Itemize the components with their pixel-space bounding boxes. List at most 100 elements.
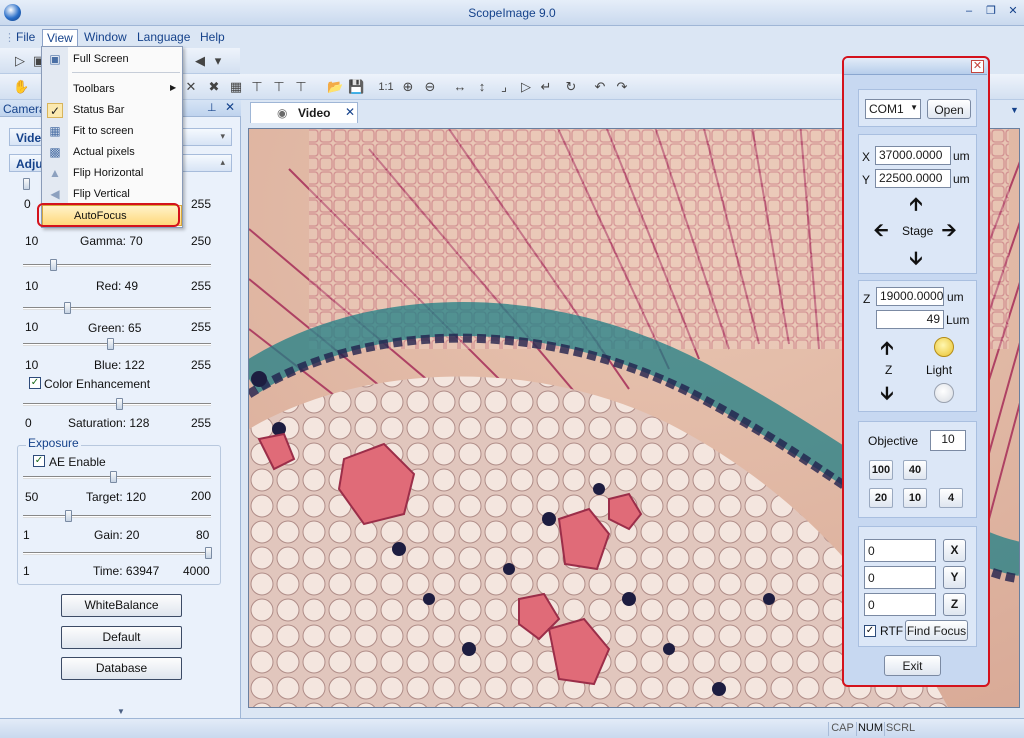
menu-file[interactable]: File xyxy=(12,29,39,46)
red-slider-thumb[interactable] xyxy=(64,302,71,314)
play-icon[interactable]: ▷ xyxy=(12,53,28,69)
objective-value-field[interactable]: 10 xyxy=(930,430,966,451)
rtf-checkbox[interactable]: ✓ xyxy=(864,625,876,637)
stage-up-arrow-icon[interactable]: 🡩 xyxy=(906,194,926,214)
gamma-slider-thumb[interactable] xyxy=(50,259,57,271)
red-slider[interactable] xyxy=(23,307,211,310)
open-button[interactable]: Open xyxy=(927,99,971,119)
default-button[interactable]: Default xyxy=(61,626,182,649)
blue-min: 10 xyxy=(25,358,39,372)
collapse-chevron-icon: ▴ xyxy=(220,157,225,167)
z-offset-field[interactable]: 0 xyxy=(864,593,936,616)
panel-close-icon[interactable]: ✕ xyxy=(225,100,235,114)
flip-vertical-icon: ◀ xyxy=(50,187,60,201)
return-icon[interactable]: ↵ xyxy=(538,79,554,95)
tab-list-icon[interactable]: ▼ xyxy=(1010,105,1019,115)
z-position-field[interactable]: 19000.0000 xyxy=(876,287,944,306)
color-enhancement-checkbox[interactable]: ✓ xyxy=(29,377,41,389)
refresh-icon[interactable]: ↻ xyxy=(563,79,579,95)
gain-slider-thumb[interactable] xyxy=(65,510,72,522)
gain-slider[interactable] xyxy=(23,515,211,518)
stage-down-arrow-icon[interactable]: 🡫 xyxy=(906,248,926,268)
ruler-icon[interactable]: ⊤ xyxy=(249,79,265,95)
minimize-icon[interactable]: – xyxy=(961,4,977,18)
brightness-slider-thumb[interactable] xyxy=(23,178,30,190)
scroll-down-icon[interactable]: ▼ xyxy=(117,707,125,716)
database-button[interactable]: Database xyxy=(61,657,182,680)
open-folder-icon[interactable]: 📂 xyxy=(327,79,343,95)
port-select[interactable]: COM1 ▼ xyxy=(865,99,921,119)
menu-separator xyxy=(72,72,180,73)
redo-icon[interactable]: ↷ xyxy=(614,79,630,95)
light-off-icon[interactable] xyxy=(934,383,954,403)
y-offset-field[interactable]: 0 xyxy=(864,566,936,589)
close-icon[interactable]: ✕ xyxy=(1005,4,1021,18)
delete-all-icon[interactable]: ✖ xyxy=(206,79,222,95)
x-position-field[interactable]: 37000.0000 xyxy=(875,146,951,165)
maximize-icon[interactable]: ❐ xyxy=(983,4,999,18)
menu-item-flip-vertical[interactable]: ◀ Flip Vertical xyxy=(42,184,182,205)
y-button[interactable]: Y xyxy=(943,566,966,589)
crop-icon[interactable]: ⌟ xyxy=(496,79,512,95)
zoom-out-icon[interactable]: ⊖ xyxy=(422,79,438,95)
delete-icon[interactable]: ✕ xyxy=(183,79,199,95)
ruler2-icon[interactable]: ⊤ xyxy=(271,79,287,95)
menu-item-full-screen[interactable]: ▣ Full Screen xyxy=(42,49,182,70)
menu-item-flip-horizontal[interactable]: ▲ Flip Horizontal xyxy=(42,163,182,184)
white-balance-button[interactable]: WhiteBalance xyxy=(61,594,182,617)
z-button[interactable]: Z xyxy=(943,593,966,616)
target-slider-thumb[interactable] xyxy=(110,471,117,483)
flip-vertical-icon[interactable]: ↕ xyxy=(474,79,490,95)
menu-item-actual-pixels[interactable]: ▩ Actual pixels xyxy=(42,142,182,163)
objective-20-button[interactable]: 20 xyxy=(869,488,893,508)
menu-item-status-bar[interactable]: ✓ Status Bar xyxy=(42,100,182,121)
status-bar: CAP NUM SCRL xyxy=(0,718,1024,738)
x-offset-field[interactable]: 0 xyxy=(864,539,936,562)
red-max: 255 xyxy=(191,279,212,293)
dropdown-chevron-icon[interactable]: ▾ xyxy=(210,53,226,69)
stage-close-icon[interactable]: ✕ xyxy=(971,60,984,73)
zoom-in-icon[interactable]: ⊕ xyxy=(400,79,416,95)
menu-item-toolbars[interactable]: Toolbars ▶ xyxy=(42,79,182,100)
ae-enable-checkbox[interactable]: ✓ xyxy=(33,455,45,467)
camera-tab-icon: ◉ xyxy=(277,106,288,120)
objective-10-button[interactable]: 10 xyxy=(903,488,927,508)
lum-field[interactable]: 49 xyxy=(876,310,944,329)
exit-button[interactable]: Exit xyxy=(884,655,941,676)
green-slider[interactable] xyxy=(23,343,211,346)
light-on-icon[interactable] xyxy=(934,337,954,357)
green-slider-thumb[interactable] xyxy=(107,338,114,350)
menu-item-fit-to-screen[interactable]: ▦ Fit to screen xyxy=(42,121,182,142)
back-icon[interactable]: ◀ xyxy=(192,53,208,69)
tab-video[interactable]: ◉ Video ✕ xyxy=(250,102,358,123)
menu-language[interactable]: Language xyxy=(133,29,194,46)
find-focus-button[interactable]: Find Focus xyxy=(905,620,968,641)
hand-icon[interactable]: ✋ xyxy=(13,79,29,95)
saturation-slider-thumb[interactable] xyxy=(116,398,123,410)
y-position-field[interactable]: 22500.0000 xyxy=(875,169,951,188)
pin-icon[interactable]: ⊥ xyxy=(207,101,217,114)
menu-window[interactable]: Window xyxy=(80,29,131,46)
objective-100-button[interactable]: 100 xyxy=(869,460,893,480)
actual-size-icon[interactable]: 1:1 xyxy=(378,79,394,95)
menu-view[interactable]: View xyxy=(42,29,78,46)
save-icon[interactable]: 💾 xyxy=(348,79,364,95)
x-button[interactable]: X xyxy=(943,539,966,562)
forward-icon[interactable]: ▷ xyxy=(518,79,534,95)
z-caption: Z xyxy=(885,363,893,377)
menu-help[interactable]: Help xyxy=(196,29,229,46)
flip-horizontal-icon[interactable]: ↔ xyxy=(452,79,468,95)
time-slider[interactable] xyxy=(23,552,211,555)
objective-4-button[interactable]: 4 xyxy=(939,488,963,508)
z-up-arrow-icon[interactable]: 🡩 xyxy=(877,338,897,358)
ruler3-icon[interactable]: ⊤ xyxy=(293,79,309,95)
time-slider-thumb[interactable] xyxy=(205,547,212,559)
z-down-arrow-icon[interactable]: 🡫 xyxy=(877,383,897,403)
tab-close-icon[interactable]: ✕ xyxy=(345,105,355,119)
measure-icon[interactable]: ▦ xyxy=(228,79,244,95)
stage-right-arrow-icon[interactable]: 🡪 xyxy=(939,220,959,240)
objective-40-button[interactable]: 40 xyxy=(903,460,927,480)
undo-icon[interactable]: ↶ xyxy=(592,79,608,95)
target-slider[interactable] xyxy=(23,476,211,479)
stage-left-arrow-icon[interactable]: 🡨 xyxy=(871,220,891,240)
